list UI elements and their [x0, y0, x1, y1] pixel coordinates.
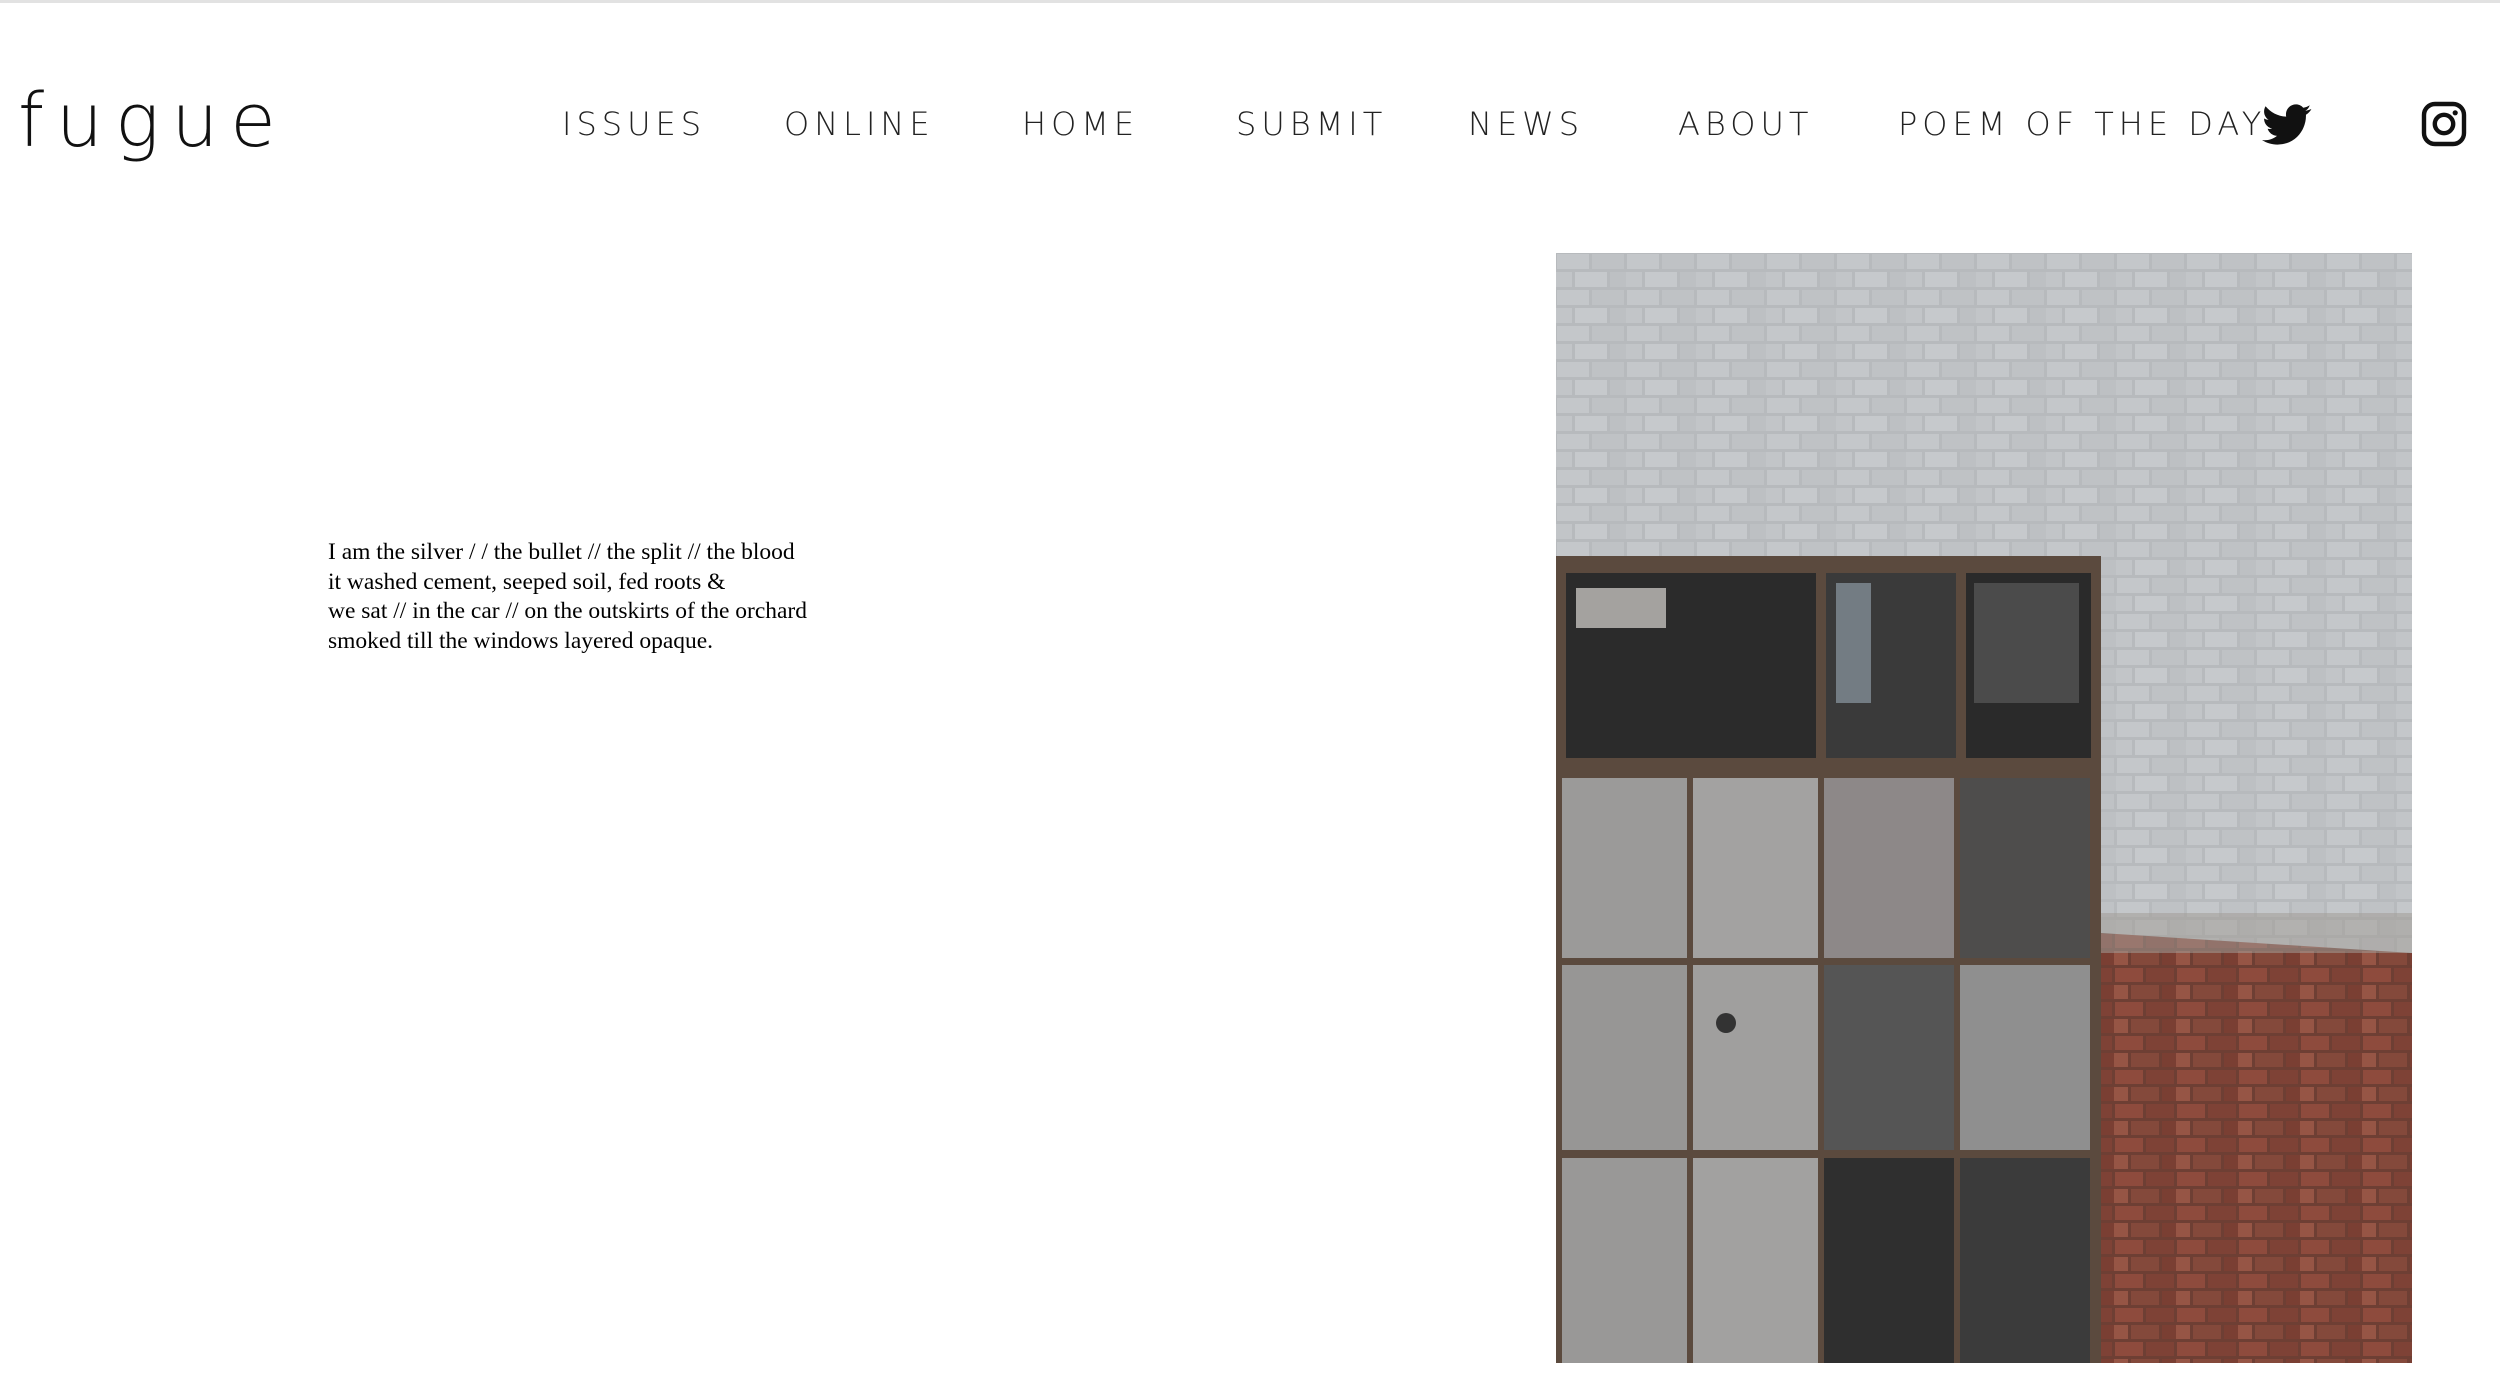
main-nav: ISSUES ONLINE HOME SUBMIT NEWS ABOUT POE… — [0, 104, 2500, 144]
featured-photo — [1556, 253, 2412, 1363]
top-border — [0, 0, 2500, 3]
nav-issues[interactable]: ISSUES — [562, 104, 706, 144]
nav-home[interactable]: HOME — [1022, 104, 1139, 144]
poem-line: we sat // in the car // on the outskirts… — [328, 598, 808, 624]
poem-line: smoked till the windows layered opaque. — [328, 627, 714, 654]
nav-about[interactable]: ABOUT — [1678, 104, 1813, 144]
nav-online[interactable]: ONLINE — [784, 104, 935, 144]
instagram-icon[interactable] — [2420, 100, 2468, 148]
poem-line: I am the silver / / the bullet // the sp… — [328, 539, 795, 565]
poem-text: I am the silver / / the bullet // the sp… — [328, 538, 948, 656]
nav-poem-of-the-day[interactable]: POEM OF THE DAY — [1898, 104, 2266, 144]
nav-submit[interactable]: SUBMIT — [1236, 104, 1387, 144]
twitter-icon[interactable] — [2262, 100, 2312, 150]
nav-news[interactable]: NEWS — [1468, 104, 1584, 144]
poem-line: it washed cement, seeped soil, fed roots… — [328, 568, 726, 595]
brick-window-image — [1556, 253, 2412, 1363]
